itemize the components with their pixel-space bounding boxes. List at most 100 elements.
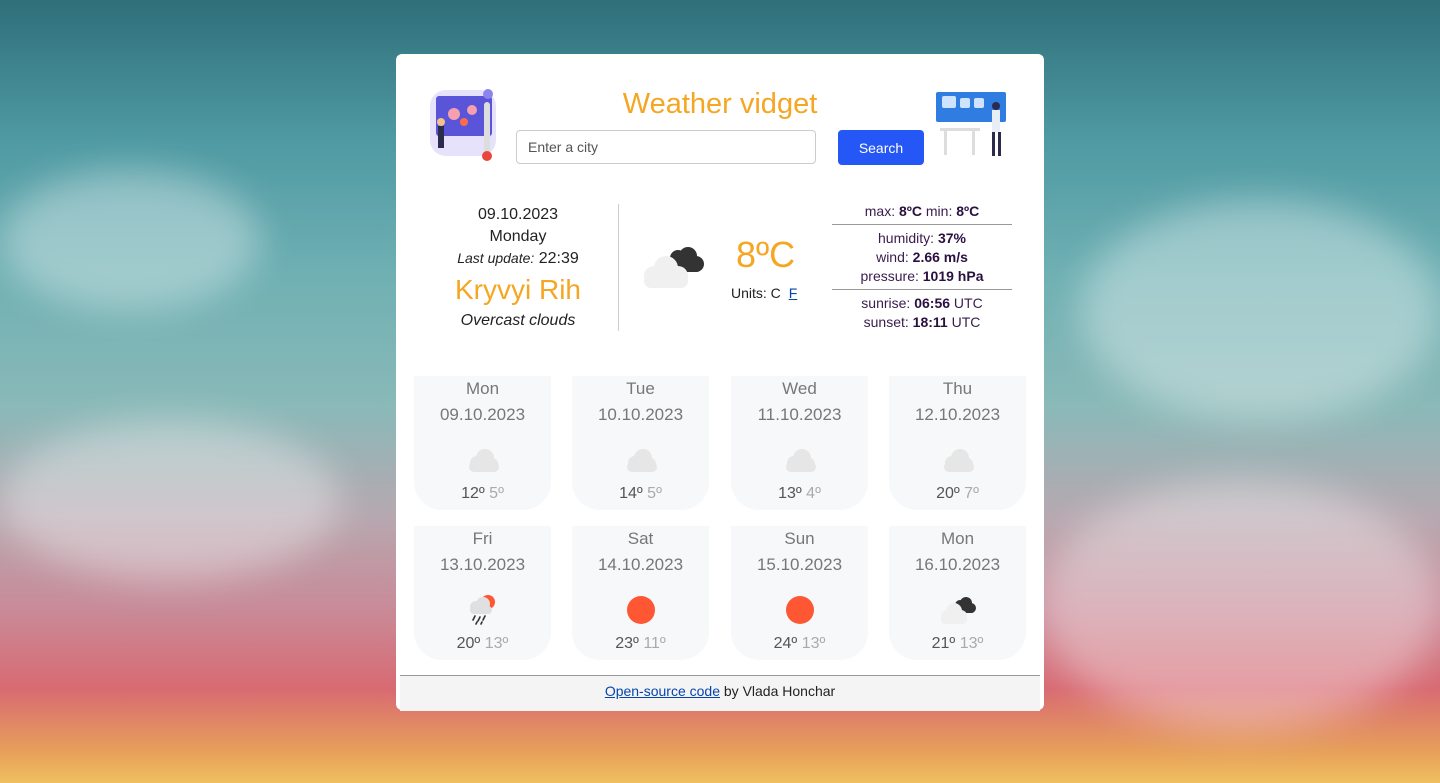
units-toggle: Units: C F: [731, 285, 797, 301]
forecast-min: 13º: [484, 635, 509, 652]
pressure-label: pressure:: [860, 268, 919, 284]
pressure-value: 1019 hPa: [922, 268, 984, 284]
forecast-temps: 12º 5º: [414, 485, 551, 503]
last-update: Last update: 22:39: [418, 247, 618, 270]
background-cloud: [1080, 200, 1440, 420]
forecast-day-name: Fri: [472, 529, 493, 548]
cloud-icon: [780, 443, 820, 477]
forecast-temps: 23º 11º: [572, 635, 709, 653]
forecast-date: 09.10.2023: [439, 405, 526, 424]
forecast-min: 7º: [964, 485, 979, 502]
max-label: max:: [864, 203, 896, 219]
details-divider: [832, 289, 1012, 290]
forecast-max: 23º: [615, 635, 639, 652]
forecast-date: 14.10.2023: [597, 555, 684, 574]
sunrise-tz: UTC: [953, 295, 983, 311]
forecast-max: 12º: [461, 485, 485, 502]
forecast-temps: 24º 13º: [731, 635, 868, 653]
forecast-day-card: Thu 12.10.2023 20º 7º: [889, 376, 1026, 510]
forecast-day-card: Fri 13.10.2023 20º 13º: [414, 526, 551, 660]
sunset-label: sunset:: [863, 314, 909, 330]
sun-icon: [621, 593, 661, 627]
city-name: Kryvyi Rih: [454, 274, 581, 305]
forecast-min: 13º: [801, 635, 826, 652]
fahrenheit-link[interactable]: F: [789, 285, 798, 301]
overcast-clouds-icon: [644, 247, 704, 288]
sunrise-value: 06:56: [914, 295, 951, 311]
units-label: Units: C: [731, 285, 781, 301]
min-label: min:: [925, 203, 953, 219]
city-search-input[interactable]: [516, 130, 816, 164]
sunrise-row: sunrise: 06:56 UTC: [832, 294, 1012, 313]
cloud-icon: [621, 443, 661, 477]
forecast-max: 20º: [456, 635, 481, 652]
forecast-day-name: Tue: [626, 379, 655, 398]
forecast-max: 20º: [936, 485, 960, 502]
sunset-row: sunset: 18:11 UTC: [832, 313, 1012, 332]
wind-value: 2.66 m/s: [912, 249, 968, 265]
forecast-max: 24º: [773, 635, 798, 652]
forecast-min: 4º: [806, 485, 821, 502]
humidity-label: humidity:: [878, 230, 935, 246]
forecast-min: 5º: [489, 485, 504, 502]
search-button[interactable]: Search: [838, 130, 924, 165]
cloud-icon: [463, 443, 503, 477]
forecast-day-name: Wed: [782, 379, 817, 398]
background-cloud: [0, 420, 340, 580]
humidity-value: 37%: [937, 230, 966, 246]
overcast-clouds-icon: [938, 593, 978, 627]
forecast-min: 11º: [643, 635, 666, 652]
vertical-divider: [618, 204, 619, 331]
current-temperature: 8ºC: [736, 234, 796, 275]
min-value: 8ºC: [956, 203, 980, 219]
pressure-row: pressure: 1019 hPa: [832, 267, 1012, 286]
forecast-day-name: Mon: [940, 529, 975, 548]
forecast-day-name: Sun: [784, 529, 815, 548]
max-value: 8ºC: [898, 203, 922, 219]
source-code-link[interactable]: Open-source code: [605, 683, 720, 699]
humidity-row: humidity: 37%: [832, 229, 1012, 248]
forecast-date: 15.10.2023: [756, 555, 843, 574]
weather-details: max: 8ºC min: 8ºC humidity: 37% wind: 2.…: [832, 202, 1012, 332]
current-date: 09.10.2023: [477, 206, 559, 223]
forecast-date: 11.10.2023: [757, 405, 842, 424]
forecast-date: 10.10.2023: [597, 405, 684, 424]
current-weekday: Monday: [489, 228, 547, 245]
forecast-day-card: Wed 11.10.2023 13º 4º: [731, 376, 868, 510]
weather-board-illustration: [936, 92, 1006, 156]
forecast-temps: 20º 13º: [414, 635, 551, 653]
forecast-temps: 13º 4º: [731, 485, 868, 503]
weather-widget-card: Weather vidget Search 09.10.2023 Monday …: [396, 54, 1044, 711]
forecast-max: 14º: [619, 485, 643, 502]
cloud-icon: [938, 443, 978, 477]
forecast-day-name: Thu: [942, 379, 973, 398]
forecast-min: 13º: [959, 635, 984, 652]
forecast-date: 16.10.2023: [914, 555, 1001, 574]
forecast-min: 5º: [647, 485, 662, 502]
background-cloud: [0, 170, 260, 310]
last-update-label: Last update:: [457, 250, 535, 266]
sunset-value: 18:11: [912, 314, 948, 330]
footer-author: by Vlada Honchar: [720, 683, 836, 699]
forecast-day-card: Sun 15.10.2023 24º 13º: [731, 526, 868, 660]
min-max-row: max: 8ºC min: 8ºC: [832, 202, 1012, 221]
current-summary: 09.10.2023 Monday Last update: 22:39 Kry…: [418, 204, 618, 332]
weather-description: Overcast clouds: [460, 312, 576, 329]
forecast-date: 12.10.2023: [914, 405, 1001, 424]
forecast-day-name: Sat: [627, 529, 654, 548]
forecast-day-card: Sat 14.10.2023 23º 11º: [572, 526, 709, 660]
footer: Open-source code by Vlada Honchar: [400, 675, 1040, 711]
forecast-day-name: Mon: [465, 379, 500, 398]
background-cloud: [1040, 480, 1440, 730]
forecast-temps: 21º 13º: [889, 635, 1026, 653]
sun-icon: [780, 593, 820, 627]
wind-label: wind:: [876, 249, 909, 265]
wind-row: wind: 2.66 m/s: [832, 248, 1012, 267]
sunrise-label: sunrise:: [861, 295, 911, 311]
forecast-day-card: Tue 10.10.2023 14º 5º: [572, 376, 709, 510]
forecast-max: 13º: [778, 485, 802, 502]
forecast-day-card: Mon 16.10.2023 21º 13º: [889, 526, 1026, 660]
forecast-day-card: Mon 09.10.2023 12º 5º: [414, 376, 551, 510]
sunset-tz: UTC: [951, 314, 981, 330]
last-update-time: 22:39: [538, 250, 579, 267]
